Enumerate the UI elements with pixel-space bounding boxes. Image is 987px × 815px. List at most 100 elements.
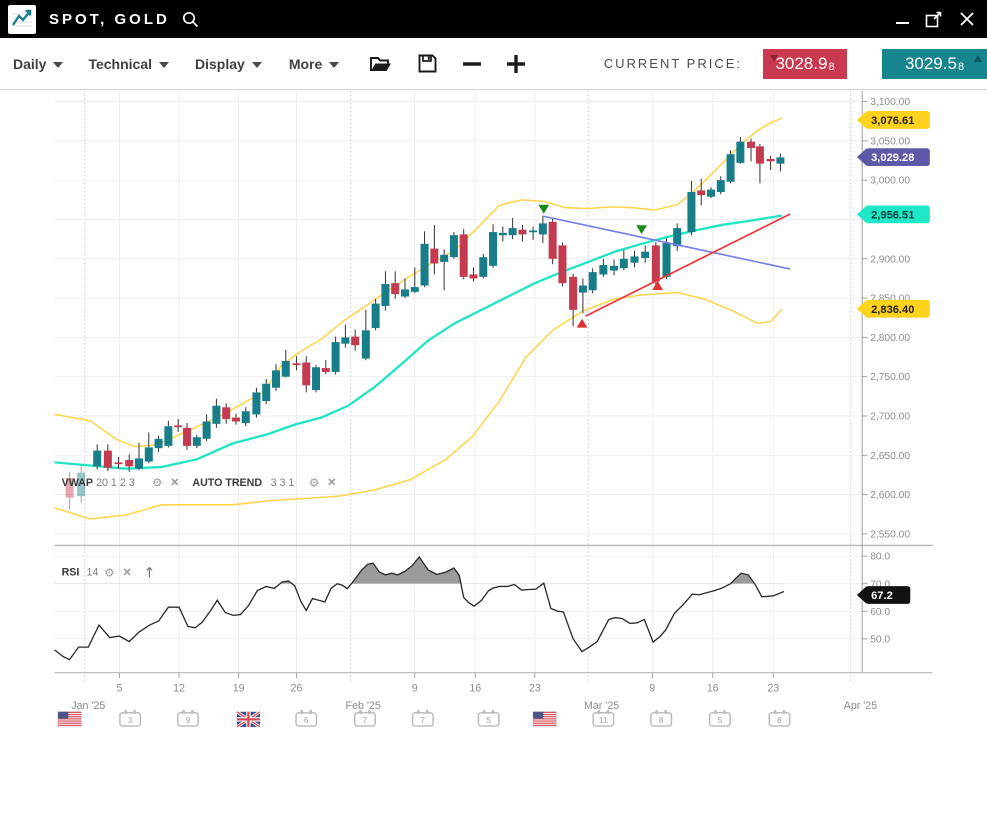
titlebar: SPOT, GOLD	[0, 0, 987, 38]
menu-more[interactable]: More	[289, 56, 339, 72]
day-tick-label: 16	[707, 682, 719, 694]
candle	[687, 181, 695, 235]
candle	[174, 419, 182, 432]
svg-text:3,076.61: 3,076.61	[871, 115, 914, 127]
rsi-remove-icon[interactable]: ×	[123, 565, 131, 581]
close-button[interactable]	[959, 11, 975, 27]
candle	[460, 229, 468, 279]
month-label: Apr '25	[844, 700, 878, 712]
chart-canvas[interactable]: VWAP20 1 2 3⚙×AUTO TREND3 3 1⚙×RSI14⚙×↑3…	[0, 90, 987, 815]
menu-technical[interactable]: Technical	[88, 56, 169, 72]
save-chart-button[interactable]	[417, 53, 438, 74]
candle	[302, 356, 310, 392]
us-flag-icon[interactable]	[58, 712, 81, 727]
candle	[391, 271, 399, 299]
zoom-out-button[interactable]	[462, 54, 482, 74]
candle	[673, 223, 681, 251]
calendar-day-number: 7	[420, 715, 425, 725]
day-tick-label: 23	[529, 682, 541, 694]
calendar-day-number: 9	[186, 715, 191, 725]
ask-price-badge[interactable]: 3029.58	[882, 49, 987, 79]
folder-open-icon	[369, 54, 393, 74]
auto-trend-indicator-params: 3 3 1	[271, 477, 295, 489]
bid-price-badge[interactable]: 3028.98	[763, 49, 847, 79]
candle	[164, 421, 172, 448]
plus-icon	[506, 54, 526, 74]
popout-button[interactable]	[925, 10, 944, 29]
calendar-event-icon[interactable]: 7	[355, 710, 375, 726]
vwap-indicator-settings-gear-icon[interactable]: ⚙	[152, 476, 162, 490]
month-label: Jan '25	[71, 700, 105, 712]
candle	[440, 249, 448, 290]
candle	[610, 260, 618, 276]
calendar-day-number: 5	[718, 715, 723, 725]
price-down-arrow-icon	[770, 55, 778, 62]
sell-signal-triangle-icon	[538, 205, 549, 214]
day-tick-label: 9	[649, 682, 655, 694]
calendar-event-icon[interactable]: 6	[296, 710, 316, 726]
candle	[489, 224, 497, 268]
event-icon-row: 3 9 6 7 7 5 11 8 5 8	[58, 710, 790, 727]
candle	[558, 242, 566, 286]
calendar-event-icon[interactable]: 8	[769, 710, 789, 726]
application-window: { "titlebar": { "title": "SPOT, GOLD" },…	[0, 0, 987, 815]
rsi-settings-gear-icon[interactable]: ⚙	[104, 566, 114, 580]
search-icon[interactable]	[181, 10, 201, 30]
chevron-down-icon	[53, 62, 63, 68]
chevron-down-icon	[159, 62, 169, 68]
time-axis: 51219269162391623Jan '25Feb '25Mar '25Ap…	[71, 682, 877, 712]
candle	[727, 150, 735, 183]
calendar-event-icon[interactable]: 7	[413, 710, 433, 726]
calendar-event-icon[interactable]: 3	[120, 710, 140, 726]
open-chart-button[interactable]	[369, 54, 393, 74]
window-title: SPOT, GOLD	[49, 11, 170, 28]
calendar-event-icon[interactable]: 5	[478, 710, 498, 726]
auto-trend-indicator-settings-gear-icon[interactable]: ⚙	[309, 476, 319, 490]
candle	[450, 232, 458, 259]
calendar-day-number: 5	[486, 715, 491, 725]
candle	[747, 139, 755, 162]
indicator-labels: VWAP20 1 2 3⚙×AUTO TREND3 3 1⚙×	[62, 475, 336, 491]
candle	[183, 423, 191, 450]
candle	[529, 227, 537, 240]
calendar-event-icon[interactable]: 8	[651, 710, 671, 726]
rsi-value-badge: 67.2	[857, 586, 910, 604]
calendar-event-icon[interactable]: 5	[710, 710, 730, 726]
candlesticks	[66, 137, 785, 510]
uk-flag-icon[interactable]	[237, 712, 260, 727]
menu-display[interactable]: Display	[195, 56, 262, 72]
candle	[292, 356, 300, 370]
menu-timeframe[interactable]: Daily	[13, 56, 63, 72]
chart-logo-icon	[9, 6, 35, 33]
ask-price-sub-digit: 8	[958, 61, 964, 73]
svg-text:3,029.28: 3,029.28	[871, 152, 914, 164]
candle	[282, 350, 290, 378]
zoom-in-button[interactable]	[506, 54, 526, 74]
candle	[630, 251, 638, 268]
price-tick-label: 2,900.00	[870, 254, 910, 265]
minus-icon	[462, 54, 482, 74]
candle	[469, 267, 477, 281]
vwap-indicator-remove-icon[interactable]: ×	[171, 475, 179, 491]
minimize-button[interactable]	[895, 10, 910, 28]
menu-more-label: More	[289, 56, 322, 72]
us-flag-icon[interactable]	[533, 712, 556, 727]
app-logo-icon	[8, 5, 36, 34]
price-tick-label: 3,100.00	[870, 97, 910, 108]
day-tick-label: 23	[767, 682, 779, 694]
calendar-day-number: 8	[777, 715, 782, 725]
rsi-tick-label: 50.0	[870, 634, 890, 645]
candle	[312, 365, 320, 393]
candle	[776, 153, 784, 171]
calendar-event-icon[interactable]: 11	[593, 710, 613, 726]
rsi-move-up-icon[interactable]: ↑	[143, 565, 155, 581]
candle	[641, 245, 649, 262]
month-label: Mar '25	[584, 700, 619, 712]
candle	[549, 218, 557, 264]
calendar-event-icon[interactable]: 9	[178, 710, 198, 726]
candle	[479, 254, 487, 278]
auto-trend-indicator-remove-icon[interactable]: ×	[328, 475, 336, 491]
candle	[203, 414, 211, 441]
day-tick-label: 16	[469, 682, 481, 694]
gridlines	[54, 91, 862, 683]
